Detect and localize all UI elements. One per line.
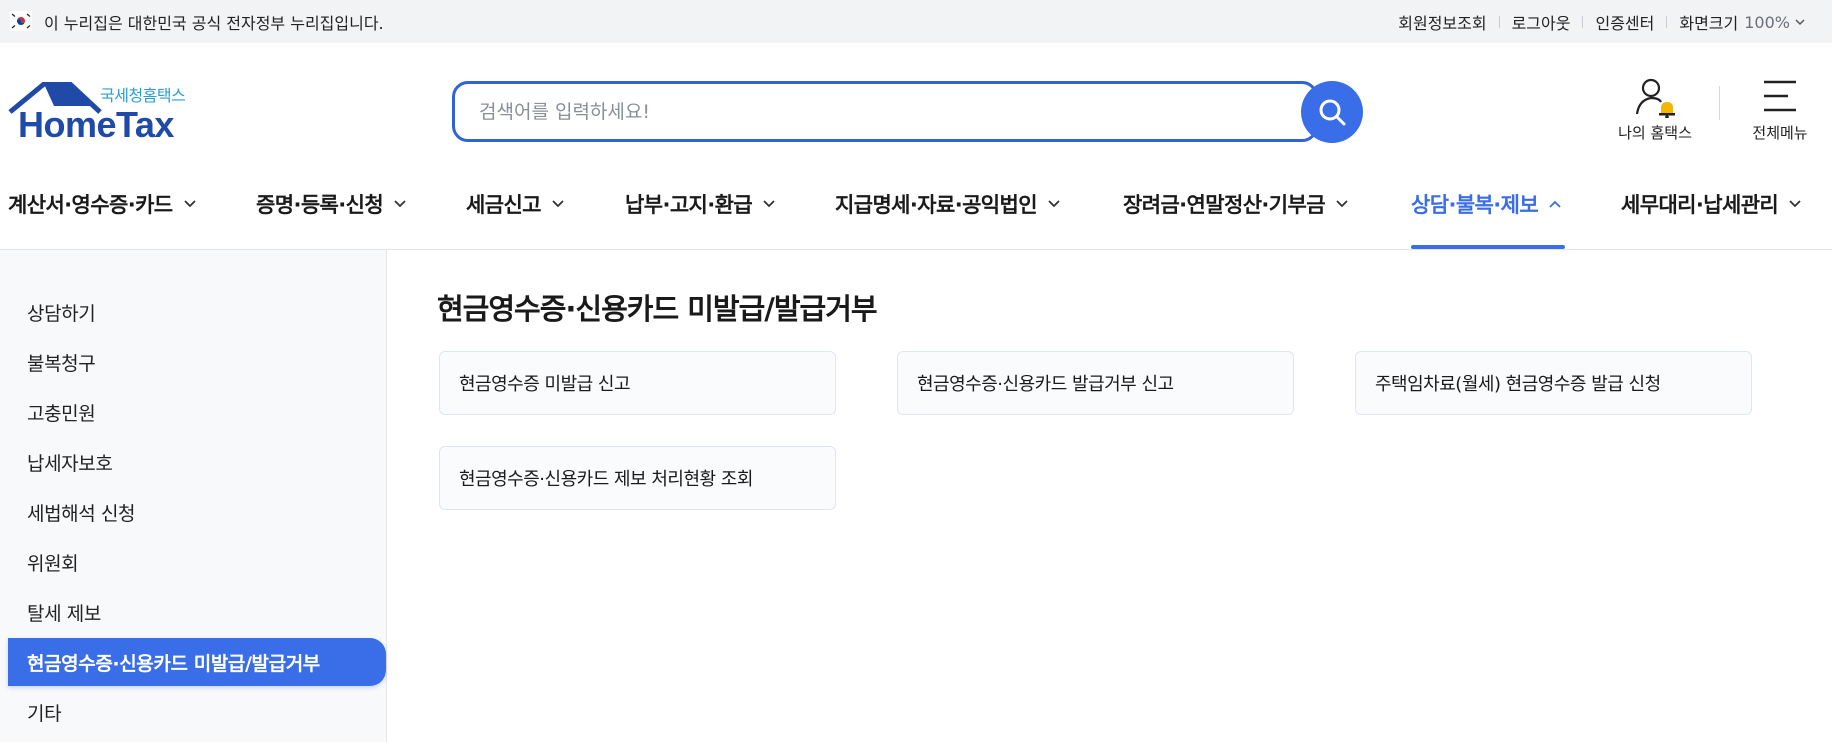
header-divider bbox=[1719, 86, 1720, 120]
hometax-logo[interactable]: 국세청홈택스 HomeTax bbox=[8, 82, 198, 146]
member-info-link[interactable]: 회원정보조회 bbox=[1398, 10, 1486, 34]
page-title: 현금영수증·신용카드 미발급/발급거부 bbox=[437, 292, 878, 326]
card-report-status-inquiry[interactable]: 현금영수증·신용카드 제보 처리현황 조회 bbox=[439, 446, 836, 510]
sidebar-item-consult[interactable]: 상담하기 bbox=[8, 288, 386, 336]
chevron-down-icon bbox=[763, 200, 775, 208]
chevron-up-icon bbox=[1549, 200, 1561, 208]
chevron-down-icon bbox=[552, 200, 564, 208]
gnb-item-invoice[interactable]: 계산서·영수증·카드 bbox=[8, 184, 197, 224]
gnb-item-statements[interactable]: 지급명세·자료·공익법인 bbox=[835, 184, 1061, 224]
zoom-value: 100% bbox=[1744, 12, 1790, 32]
user-bell-icon bbox=[1635, 78, 1675, 118]
gnb-label: 계산서·영수증·카드 bbox=[8, 193, 173, 217]
chevron-down-icon bbox=[183, 200, 196, 208]
chevron-down-icon bbox=[394, 200, 406, 208]
gnb-label: 상담·불복·제보 bbox=[1411, 193, 1539, 217]
divider bbox=[1666, 16, 1668, 28]
sidebar-item-etc[interactable]: 기타 bbox=[8, 688, 386, 736]
logo-name: HomeTax bbox=[18, 104, 174, 145]
gnb-label: 장려금·연말정산·기부금 bbox=[1123, 193, 1326, 217]
cert-center-link[interactable]: 인증센터 bbox=[1595, 10, 1654, 34]
card-cash-receipt-non-issuance[interactable]: 현금영수증 미발급 신고 bbox=[439, 351, 836, 415]
all-menu-button[interactable]: 전체메뉴 bbox=[1730, 78, 1830, 142]
utility-links: 회원정보조회 로그아웃 인증센터 화면크기 100% bbox=[1398, 10, 1806, 34]
gov-notice: 이 누리집은 대한민국 공식 전자정부 누리집입니다. bbox=[44, 14, 384, 33]
search-box bbox=[452, 81, 1318, 142]
sidebar-item-appeal[interactable]: 불복청구 bbox=[8, 338, 386, 386]
gnb-item-tax-return[interactable]: 세금신고 bbox=[466, 184, 565, 224]
gnb-item-consultation[interactable]: 상담·불복·제보 bbox=[1411, 184, 1562, 224]
divider bbox=[1498, 16, 1500, 28]
my-hometax-label: 나의 홈택스 bbox=[1618, 124, 1692, 142]
gnb-label: 납부·고지·환급 bbox=[625, 193, 753, 217]
divider bbox=[1582, 16, 1584, 28]
chevron-down-icon bbox=[1789, 200, 1801, 208]
gnb-label: 지급명세·자료·공익법인 bbox=[835, 193, 1038, 217]
gnb-item-certificate[interactable]: 증명·등록·신청 bbox=[256, 184, 407, 224]
search-icon bbox=[1319, 99, 1346, 126]
gnb-item-tax-agent[interactable]: 세무대리·납세관리 bbox=[1621, 184, 1802, 224]
sidebar-item-committee[interactable]: 위원회 bbox=[8, 538, 386, 586]
gnb-label: 세금신고 bbox=[466, 193, 541, 217]
main-navigation: 계산서·영수증·카드 증명·등록·신청 세금신고 납부·고지·환급 지급명세·자… bbox=[0, 170, 1832, 250]
search-button[interactable] bbox=[1301, 81, 1363, 143]
sidebar-item-cash-receipt[interactable]: 현금영수증·신용카드 미발급/발급거부 bbox=[8, 638, 386, 686]
gov-banner: 이 누리집은 대한민국 공식 전자정부 누리집입니다. 회원정보조회 로그아웃 … bbox=[0, 0, 1832, 43]
chevron-down-icon bbox=[1336, 200, 1348, 208]
card-rent-cash-receipt-request[interactable]: 주택임차료(월세) 현금영수증 발급 신청 bbox=[1355, 351, 1752, 415]
logo-subtitle: 국세청홈택스 bbox=[100, 86, 186, 105]
all-menu-label: 전체메뉴 bbox=[1752, 124, 1808, 142]
gnb-label: 증명·등록·신청 bbox=[256, 193, 384, 217]
korea-flag-icon bbox=[10, 11, 32, 31]
sidebar-item-tax-evasion-report[interactable]: 탈세 제보 bbox=[8, 588, 386, 636]
sidebar: 상담하기 불복청구 고충민원 납세자보호 세법해석 신청 위원회 탈세 제보 현… bbox=[0, 250, 387, 742]
zoom-control[interactable]: 화면크기 100% bbox=[1679, 10, 1806, 34]
search-input[interactable] bbox=[479, 98, 1239, 126]
sidebar-item-grievance[interactable]: 고충민원 bbox=[8, 388, 386, 436]
card-issuance-refusal-report[interactable]: 현금영수증·신용카드 발급거부 신고 bbox=[897, 351, 1294, 415]
gnb-label: 세무대리·납세관리 bbox=[1621, 193, 1779, 217]
gnb-item-incentives[interactable]: 장려금·연말정산·기부금 bbox=[1123, 184, 1349, 224]
my-hometax-button[interactable]: 나의 홈택스 bbox=[1600, 78, 1710, 142]
sidebar-item-taxpayer-protection[interactable]: 납세자보호 bbox=[8, 438, 386, 486]
sidebar-item-tax-interpretation[interactable]: 세법해석 신청 bbox=[8, 488, 386, 536]
chevron-down-icon bbox=[1048, 200, 1060, 208]
logout-link[interactable]: 로그아웃 bbox=[1512, 10, 1571, 34]
gnb-item-payment[interactable]: 납부·고지·환급 bbox=[625, 184, 776, 224]
hamburger-menu-icon bbox=[1764, 80, 1796, 112]
zoom-label: 화면크기 bbox=[1679, 14, 1739, 33]
chevron-down-icon bbox=[1795, 19, 1805, 26]
